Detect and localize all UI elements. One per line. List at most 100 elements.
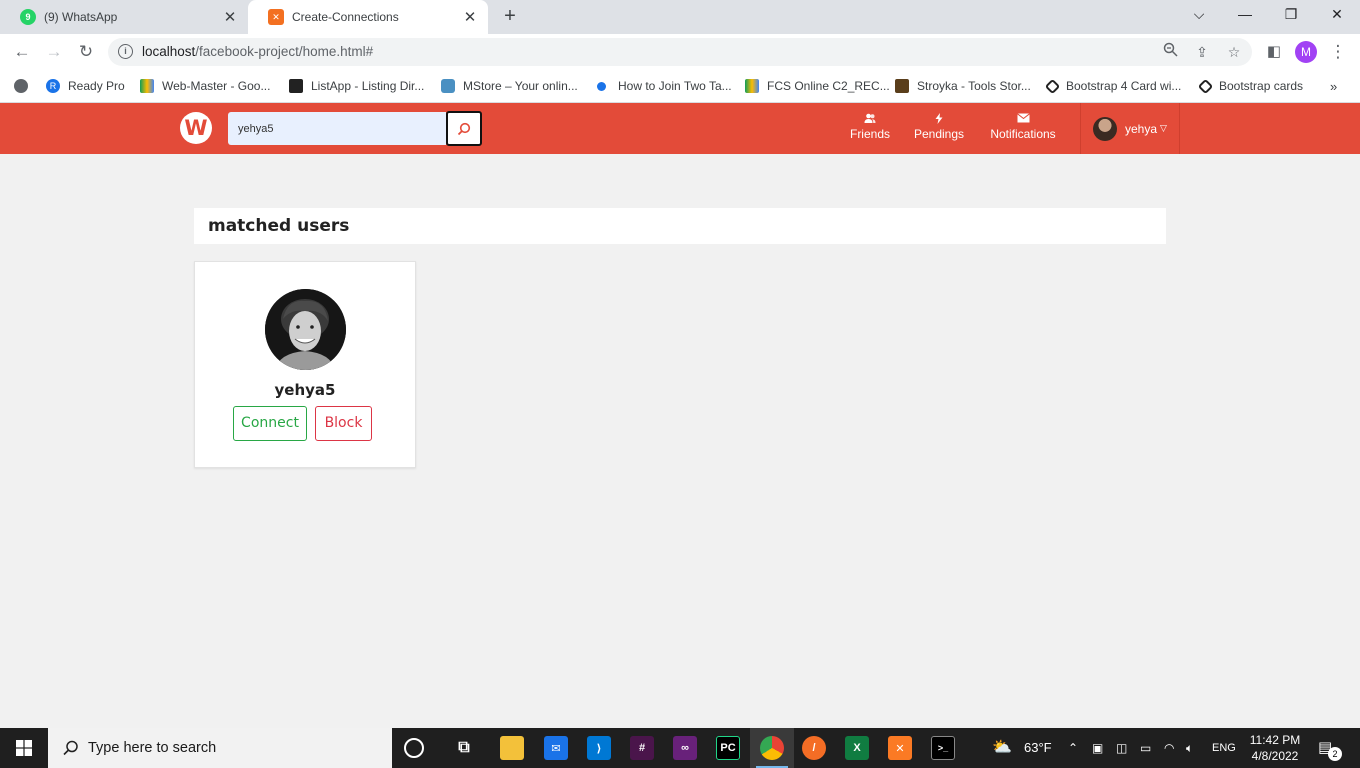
user-name: yehya5 bbox=[274, 381, 336, 399]
tab-whatsapp[interactable]: 9 (9) WhatsApp ✕ bbox=[0, 0, 248, 34]
postman-icon[interactable]: / bbox=[802, 736, 826, 760]
forward-arrow-icon[interactable]: → bbox=[42, 40, 66, 64]
search-button[interactable] bbox=[446, 111, 482, 146]
nav-label: Pendings bbox=[913, 127, 965, 141]
taskbar-search-placeholder: Type here to search bbox=[88, 740, 217, 756]
restore-button[interactable]: ❐ bbox=[1268, 0, 1314, 30]
tab-create-connections[interactable]: ✕ Create-Connections ✕ bbox=[248, 0, 488, 34]
bookmark-listapp[interactable]: ListApp - Listing Dir... bbox=[289, 77, 424, 95]
drive-icon bbox=[745, 79, 759, 93]
mail-icon[interactable]: ✉ bbox=[544, 736, 568, 760]
bookmark-mstore[interactable]: MStore – Your onlin... bbox=[441, 77, 578, 95]
camera-icon[interactable]: ◫ bbox=[1116, 728, 1127, 768]
chrome-icon[interactable] bbox=[760, 736, 784, 760]
bookmark-stroyka[interactable]: Stroyka - Tools Stor... bbox=[895, 77, 1031, 95]
envelope-icon bbox=[988, 113, 1058, 126]
close-icon[interactable]: ✕ bbox=[462, 8, 478, 26]
clock[interactable]: 11:42 PM 4/8/2022 bbox=[1240, 732, 1310, 764]
bookmarks-bar: R Ready Pro Web-Master - Goo... ListApp -… bbox=[0, 70, 1360, 103]
bookmark-ready-pro[interactable]: R Ready Pro bbox=[46, 77, 125, 95]
nav-pendings[interactable]: Pendings bbox=[913, 113, 965, 145]
bookmark-join-tables[interactable]: How to Join Two Ta... bbox=[594, 77, 732, 95]
user-name: yehya bbox=[1125, 121, 1158, 136]
user-menu[interactable]: yehya ▽ bbox=[1080, 103, 1180, 154]
windows-icon bbox=[16, 740, 32, 756]
codepen-icon bbox=[1197, 78, 1214, 94]
vscode-icon[interactable]: ⟩ bbox=[587, 736, 611, 760]
search-icon bbox=[63, 740, 78, 756]
caret-down-icon: ▽ bbox=[1160, 123, 1167, 133]
bookmark-bootstrap-cards[interactable]: Bootstrap cards bbox=[1197, 77, 1303, 95]
file-explorer-icon[interactable] bbox=[500, 736, 524, 760]
zoom-icon[interactable] bbox=[1160, 42, 1180, 62]
block-button[interactable]: Block bbox=[315, 406, 372, 441]
page-title: matched users bbox=[194, 208, 1166, 244]
battery-icon[interactable]: ▭ bbox=[1140, 728, 1151, 768]
reload-icon[interactable]: ↻ bbox=[74, 40, 98, 64]
back-arrow-icon[interactable]: ← bbox=[10, 40, 34, 64]
listapp-icon bbox=[289, 79, 303, 93]
bookmark-fcs-online[interactable]: FCS Online C2_REC... bbox=[745, 77, 890, 95]
nav-label: Notifications bbox=[990, 127, 1056, 141]
site-info-icon[interactable]: i bbox=[118, 44, 133, 59]
share-icon[interactable]: ⇪ bbox=[1192, 42, 1212, 62]
bookmark-label: Bootstrap 4 Card wi... bbox=[1066, 79, 1182, 93]
visual-studio-icon[interactable]: ∞ bbox=[673, 736, 697, 760]
friends-icon bbox=[848, 113, 892, 126]
side-panel-icon[interactable]: ◧ bbox=[1262, 40, 1286, 64]
cortana-icon[interactable] bbox=[404, 738, 424, 758]
bookmarks-overflow-icon[interactable]: » bbox=[1330, 77, 1337, 95]
wifi-icon[interactable]: ◠ bbox=[1164, 728, 1174, 768]
bookmark-web-master[interactable]: Web-Master - Goo... bbox=[140, 77, 270, 95]
bookmark-bootstrap-card[interactable]: Bootstrap 4 Card wi... bbox=[1044, 77, 1182, 95]
profile-avatar[interactable]: M bbox=[1295, 41, 1317, 63]
weather-icon[interactable]: ⛅ bbox=[992, 728, 1012, 768]
clock-date: 4/8/2022 bbox=[1251, 749, 1299, 763]
tab-title: Create-Connections bbox=[292, 10, 399, 24]
taskbar-search[interactable]: Type here to search bbox=[48, 728, 392, 768]
user-card: yehya5 Connect Block bbox=[194, 261, 416, 468]
bookmark-icon: R bbox=[46, 79, 60, 93]
task-view-icon[interactable]: ⧉ bbox=[452, 736, 476, 760]
network-device-icon[interactable]: ▣ bbox=[1092, 728, 1103, 768]
language-indicator[interactable]: ENG bbox=[1212, 728, 1236, 768]
pycharm-icon[interactable]: PC bbox=[716, 736, 740, 760]
weather-temp[interactable]: 63°F bbox=[1024, 728, 1052, 768]
avatar bbox=[1093, 116, 1117, 141]
terminal-icon[interactable]: >_ bbox=[931, 736, 955, 760]
slack-icon[interactable]: # bbox=[630, 736, 654, 760]
site-navbar: W Friends Pendings Notifications yehya ▽ bbox=[0, 103, 1360, 154]
bookmark-label: FCS Online C2_REC... bbox=[767, 79, 890, 93]
bolt-icon bbox=[913, 113, 965, 126]
url-text[interactable]: localhost/facebook-project/home.html# bbox=[142, 44, 373, 59]
minimize-button[interactable]: — bbox=[1222, 0, 1268, 30]
search-icon bbox=[457, 122, 471, 135]
address-bar[interactable]: i localhost/facebook-project/home.html# … bbox=[108, 38, 1252, 66]
new-tab-button[interactable]: + bbox=[498, 5, 522, 29]
bookmark-label: MStore – Your onlin... bbox=[463, 79, 578, 93]
start-button[interactable] bbox=[0, 728, 48, 768]
windows-taskbar: Type here to search ⧉ ✉ ⟩ # ∞ PC / X ✕ >… bbox=[0, 728, 1360, 768]
more-menu-icon[interactable]: ⋮ bbox=[1326, 40, 1350, 64]
codepen-icon bbox=[1044, 78, 1061, 94]
search-input[interactable] bbox=[228, 112, 446, 145]
bookmark-label: Web-Master - Goo... bbox=[162, 79, 271, 93]
bookmark-label: Stroyka - Tools Stor... bbox=[917, 79, 1031, 93]
nav-notifications[interactable]: Notifications bbox=[988, 113, 1058, 145]
connect-button[interactable]: Connect bbox=[233, 406, 307, 441]
nav-friends[interactable]: Friends bbox=[848, 113, 892, 145]
tray-chevron-up-icon[interactable]: ⌃ bbox=[1068, 728, 1078, 768]
drive-icon bbox=[140, 79, 154, 93]
tab-title: (9) WhatsApp bbox=[44, 10, 118, 24]
window-close-button[interactable]: ✕ bbox=[1314, 0, 1360, 30]
tab-search-chevron-icon[interactable]: ⌵ bbox=[1176, 0, 1222, 30]
xampp-icon[interactable]: ✕ bbox=[888, 736, 912, 760]
volume-icon[interactable]: 🔈︎ bbox=[1186, 728, 1193, 768]
site-logo[interactable]: W bbox=[180, 112, 212, 144]
close-icon[interactable]: ✕ bbox=[222, 8, 238, 26]
bookmark-star-icon[interactable]: ☆ bbox=[1224, 42, 1244, 62]
excel-icon[interactable]: X bbox=[845, 736, 869, 760]
nav-label: Friends bbox=[849, 127, 890, 141]
globe-icon[interactable] bbox=[14, 77, 36, 95]
avatar[interactable] bbox=[265, 289, 346, 370]
